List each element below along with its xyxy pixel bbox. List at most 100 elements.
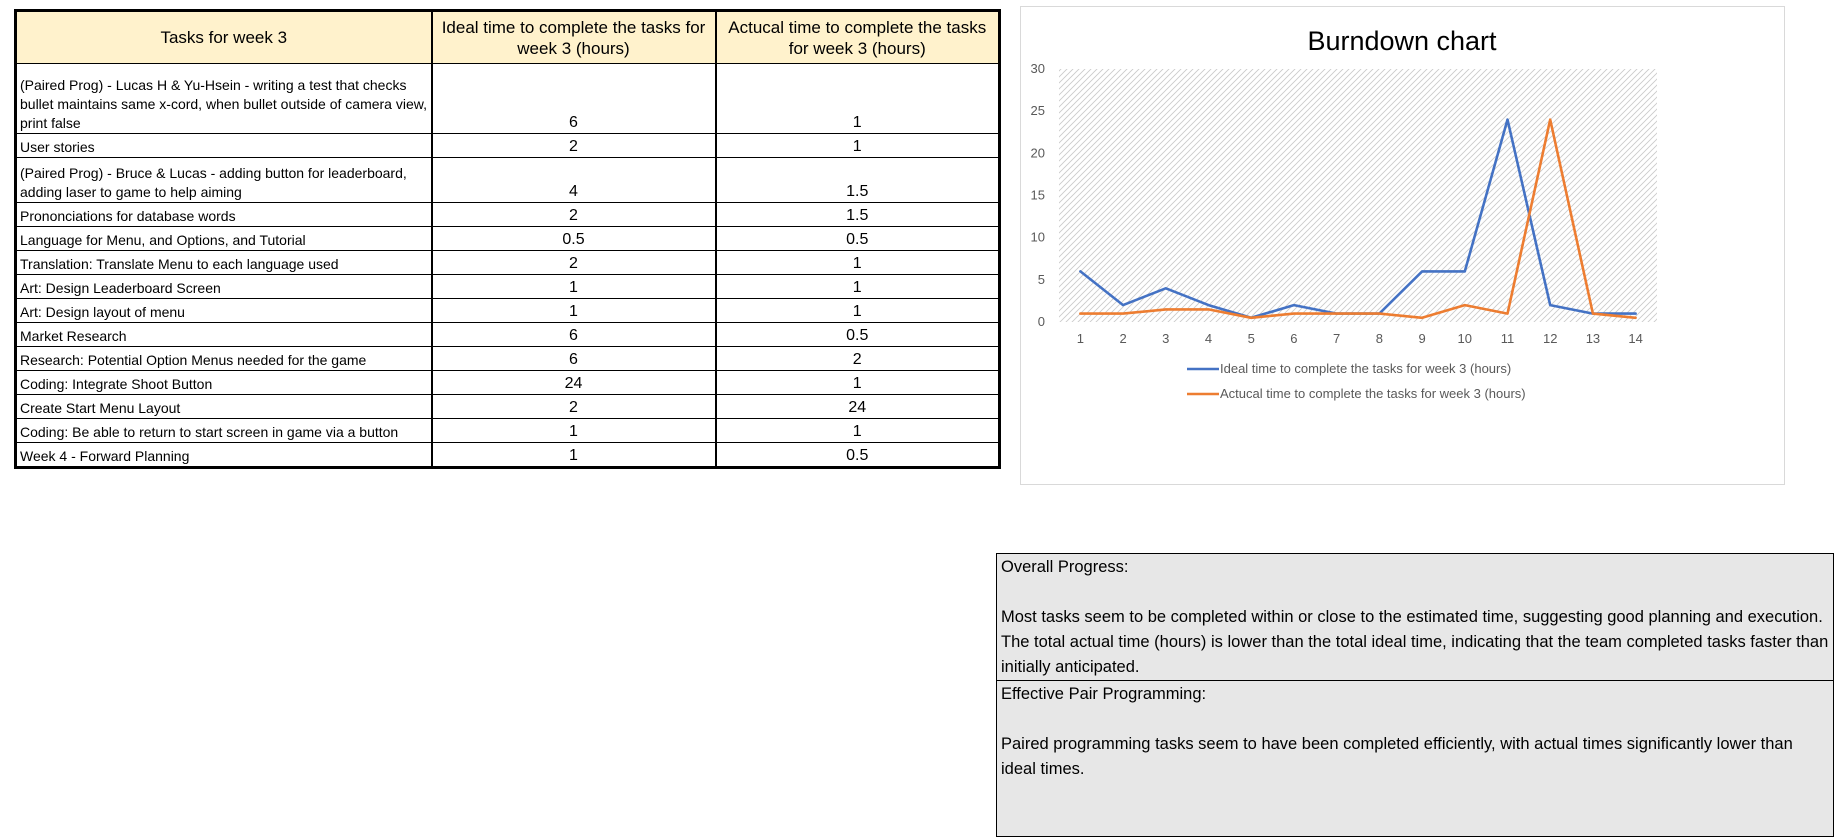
x-tick-label: 2 <box>1119 331 1126 346</box>
actual-time: 1 <box>715 63 1000 134</box>
ideal-time: 6 <box>431 346 717 371</box>
table-row: (Paired Prog) - Bruce & Lucas - adding b… <box>15 157 1000 203</box>
ideal-time: 0.5 <box>431 226 717 251</box>
x-axis-ticks: 1 2 3 4 5 6 7 8 9 10 11 12 13 14 <box>1077 331 1643 346</box>
ideal-time: 24 <box>431 370 717 395</box>
task-name: Create Start Menu Layout <box>15 394 433 419</box>
header-ideal-time: Ideal time to complete the tasks for wee… <box>431 10 717 64</box>
actual-time: 1 <box>715 133 1000 158</box>
pair-programming-line: Paired programming tasks seem to have be… <box>1001 735 1793 778</box>
task-name: User stories <box>15 133 433 158</box>
chart-legend: Ideal time to complete the tasks for wee… <box>1187 361 1526 401</box>
x-tick-label: 10 <box>1458 331 1472 346</box>
y-axis-ticks: 0 5 10 15 20 25 30 <box>1031 61 1045 329</box>
overall-progress-heading: Overall Progress: <box>1001 558 1129 576</box>
legend-label-2: Actucal time to complete the tasks for w… <box>1220 386 1526 401</box>
y-tick-label: 20 <box>1031 145 1045 160</box>
actual-time: 1 <box>715 418 1000 443</box>
ideal-time: 2 <box>431 202 717 227</box>
task-name: Coding: Be able to return to start scree… <box>15 418 433 443</box>
x-tick-label: 14 <box>1628 331 1642 346</box>
pair-programming-section: Effective Pair Programming: Paired progr… <box>997 680 1833 782</box>
task-name: Art: Design layout of menu <box>15 298 433 323</box>
task-name: Market Research <box>15 322 433 347</box>
task-name: Language for Menu, and Options, and Tuto… <box>15 226 433 251</box>
y-tick-label: 15 <box>1031 188 1045 203</box>
table-row: Art: Design Leaderboard Screen 1 1 <box>15 274 1000 299</box>
table-row: Research: Potential Option Menus needed … <box>15 346 1000 371</box>
table-row: Prononciations for database words 2 1.5 <box>15 202 1000 227</box>
header-tasks: Tasks for week 3 <box>15 10 433 64</box>
actual-time: 1 <box>715 250 1000 275</box>
task-name: Research: Potential Option Menus needed … <box>15 346 433 371</box>
x-tick-label: 9 <box>1418 331 1425 346</box>
table-row: Art: Design layout of menu 1 1 <box>15 298 1000 323</box>
overall-progress-line: Most tasks seem to be completed within o… <box>1001 608 1823 626</box>
actual-time: 2 <box>715 346 1000 371</box>
actual-time: 1 <box>715 274 1000 299</box>
y-tick-label: 30 <box>1031 61 1045 76</box>
actual-time: 0.5 <box>715 322 1000 347</box>
y-tick-label: 0 <box>1038 314 1045 329</box>
table-row: Week 4 - Forward Planning 1 0.5 <box>15 442 1000 468</box>
table-row: Coding: Integrate Shoot Button 24 1 <box>15 370 1000 395</box>
task-name: Week 4 - Forward Planning <box>15 442 433 468</box>
ideal-time: 4 <box>431 157 717 203</box>
x-tick-label: 12 <box>1543 331 1557 346</box>
y-tick-label: 10 <box>1031 230 1045 245</box>
task-name: Art: Design Leaderboard Screen <box>15 274 433 299</box>
task-name: Translation: Translate Menu to each lang… <box>15 250 433 275</box>
table-row: Create Start Menu Layout 2 24 <box>15 394 1000 419</box>
table-row: Translation: Translate Menu to each lang… <box>15 250 1000 275</box>
notes-box: Overall Progress: Most tasks seem to be … <box>996 553 1834 837</box>
ideal-time: 1 <box>431 274 717 299</box>
y-tick-label: 5 <box>1038 272 1045 287</box>
table-row: User stories 2 1 <box>15 133 1000 158</box>
overall-progress-line: The total actual time (hours) is lower t… <box>1001 633 1829 676</box>
legend-label-1: Ideal time to complete the tasks for wee… <box>1220 361 1511 376</box>
task-table: Tasks for week 3 Ideal time to complete … <box>14 9 1001 469</box>
pair-programming-heading: Effective Pair Programming: <box>1001 685 1207 703</box>
x-tick-label: 3 <box>1162 331 1169 346</box>
x-tick-label: 4 <box>1205 331 1212 346</box>
table-row: (Paired Prog) - Lucas H & Yu-Hsein - wri… <box>15 63 1000 134</box>
x-tick-label: 1 <box>1077 331 1084 346</box>
x-tick-label: 13 <box>1586 331 1600 346</box>
ideal-time: 2 <box>431 250 717 275</box>
chart-title: Burndown chart <box>1307 26 1497 56</box>
ideal-time: 1 <box>431 298 717 323</box>
x-tick-label: 8 <box>1376 331 1383 346</box>
ideal-time: 1 <box>431 442 717 468</box>
y-tick-label: 25 <box>1031 103 1045 118</box>
actual-time: 0.5 <box>715 442 1000 468</box>
actual-time: 1 <box>715 298 1000 323</box>
ideal-time: 6 <box>431 63 717 134</box>
actual-time: 1.5 <box>715 157 1000 203</box>
actual-time: 24 <box>715 394 1000 419</box>
table-row: Language for Menu, and Options, and Tuto… <box>15 226 1000 251</box>
ideal-time: 1 <box>431 418 717 443</box>
actual-time: 1 <box>715 370 1000 395</box>
x-tick-label: 5 <box>1248 331 1255 346</box>
actual-time: 0.5 <box>715 226 1000 251</box>
burndown-chart: Burndown chart 051015202530 1 2 3 4 5 6 7 8 9 10 1… <box>1031 26 1657 401</box>
ideal-time: 2 <box>431 394 717 419</box>
table-header-row: Tasks for week 3 Ideal time to complete … <box>15 10 1000 64</box>
ideal-time: 6 <box>431 322 717 347</box>
actual-time: 1.5 <box>715 202 1000 227</box>
ideal-time: 2 <box>431 133 717 158</box>
task-name: Prononciations for database words <box>15 202 433 227</box>
burndown-chart-panel: Burndown chart 0 5 10 15 20 25 30 1 2 3 4 5 6 7 8 9 10 1… <box>1020 6 1785 485</box>
task-name: Coding: Integrate Shoot Button <box>15 370 433 395</box>
x-tick-label: 11 <box>1501 331 1515 346</box>
table-row: Coding: Be able to return to start scree… <box>15 418 1000 443</box>
table-row: Market Research 6 0.5 <box>15 322 1000 347</box>
x-tick-label: 6 <box>1290 331 1297 346</box>
overall-progress-section: Overall Progress: Most tasks seem to be … <box>997 554 1833 680</box>
task-name: (Paired Prog) - Lucas H & Yu-Hsein - wri… <box>15 63 433 134</box>
x-tick-label: 7 <box>1333 331 1340 346</box>
task-name: (Paired Prog) - Bruce & Lucas - adding b… <box>15 157 433 203</box>
header-actual-time: Actucal time to complete the tasks for w… <box>715 10 1000 64</box>
